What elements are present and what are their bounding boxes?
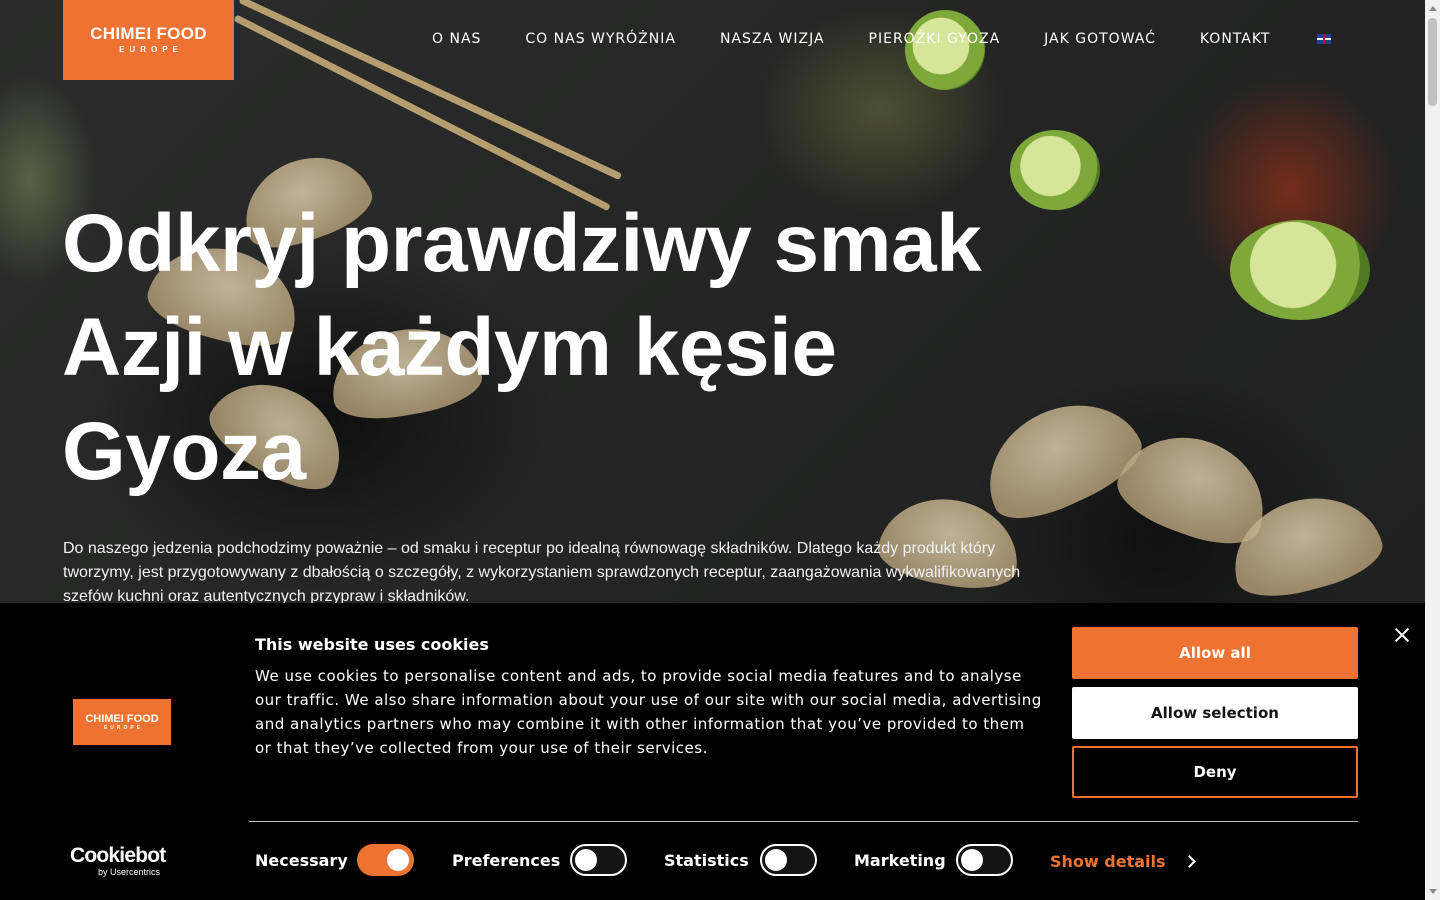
cookie-logo-text-main: CHIMEI FOOD xyxy=(85,712,159,725)
headline-line: Gyoza xyxy=(62,406,306,497)
consent-necessary: Necessary xyxy=(255,845,348,875)
hero-intro-text: Do naszego jedzenia podchodzimy poważnie… xyxy=(63,540,1021,605)
cookiebot-logo-subtext: by Usercentrics xyxy=(98,867,161,877)
consent-label-marketing: Marketing xyxy=(854,850,946,870)
cookie-banner-logo: CHIMEI FOOD EUROPE xyxy=(73,699,171,745)
toggle-preferences[interactable] xyxy=(570,844,627,876)
consent-label-preferences: Preferences xyxy=(452,850,561,870)
consent-statistics: Statistics xyxy=(664,845,749,875)
cookie-consent-banner: CHIMEI FOOD EUROPE This website uses coo… xyxy=(0,603,1425,900)
consent-preferences: Preferences xyxy=(452,845,560,875)
cookie-banner-title: This website uses cookies xyxy=(255,635,489,654)
cookie-logo-text-sub: EUROPE xyxy=(103,724,144,731)
nav-link-pierozki-gyoza[interactable]: PIEROŻKI GYOZA xyxy=(869,31,1001,47)
consent-label-necessary: Necessary xyxy=(255,850,348,870)
scroll-down-arrow-icon[interactable] xyxy=(1429,889,1437,894)
deny-button[interactable]: Deny xyxy=(1072,746,1358,798)
toggle-statistics[interactable] xyxy=(760,844,817,876)
main-nav: O NAS CO NAS WYRÓŻNIA NASZA WIZJA PIEROŻ… xyxy=(432,31,1331,47)
show-details-link[interactable]: Show details xyxy=(1050,852,1196,871)
logo-text-main: CHIMEI FOOD xyxy=(90,24,207,43)
scrollbar-thumb[interactable] xyxy=(1428,18,1437,106)
toggle-necessary[interactable] xyxy=(357,844,414,876)
cookie-banner-text: We use cookies to personalise content an… xyxy=(255,667,1042,757)
consent-label-statistics: Statistics xyxy=(664,850,749,870)
cookie-banner-divider xyxy=(249,821,1358,822)
nav-link-o-nas[interactable]: O NAS xyxy=(432,31,481,47)
nav-link-kontakt[interactable]: KONTAKT xyxy=(1200,31,1271,47)
cookiebot-logo-text: Cookiebot xyxy=(70,844,166,867)
close-icon[interactable] xyxy=(1391,624,1413,646)
logo-text-sub: EUROPE xyxy=(119,45,183,54)
cookiebot-logo[interactable]: Cookiebot by Usercentrics xyxy=(70,844,166,878)
allow-all-button[interactable]: Allow all xyxy=(1072,627,1358,679)
chevron-right-icon xyxy=(1182,855,1196,868)
headline-line: Azji w każdym kęsie xyxy=(62,302,837,393)
headline-line: Odkryj prawdziwy smak xyxy=(62,198,982,289)
page-scrollbar[interactable] xyxy=(1425,0,1440,900)
show-details-label: Show details xyxy=(1050,852,1166,871)
brand-logo[interactable]: CHIMEI FOOD EUROPE xyxy=(63,0,234,80)
nav-link-co-nas-wyroznia[interactable]: CO NAS WYRÓŻNIA xyxy=(525,31,676,47)
hero-headline: Odkryj prawdziwy smak Azji w każdym kęsi… xyxy=(62,192,1102,504)
consent-marketing: Marketing xyxy=(854,845,946,875)
uk-flag-icon[interactable] xyxy=(1316,34,1331,44)
scroll-up-arrow-icon[interactable] xyxy=(1429,6,1437,11)
nav-link-nasza-wizja[interactable]: NASZA WIZJA xyxy=(720,31,825,47)
toggle-marketing[interactable] xyxy=(956,844,1013,876)
allow-selection-button[interactable]: Allow selection xyxy=(1072,687,1358,739)
nav-link-jak-gotowac[interactable]: JAK GOTOWAĆ xyxy=(1044,31,1156,47)
